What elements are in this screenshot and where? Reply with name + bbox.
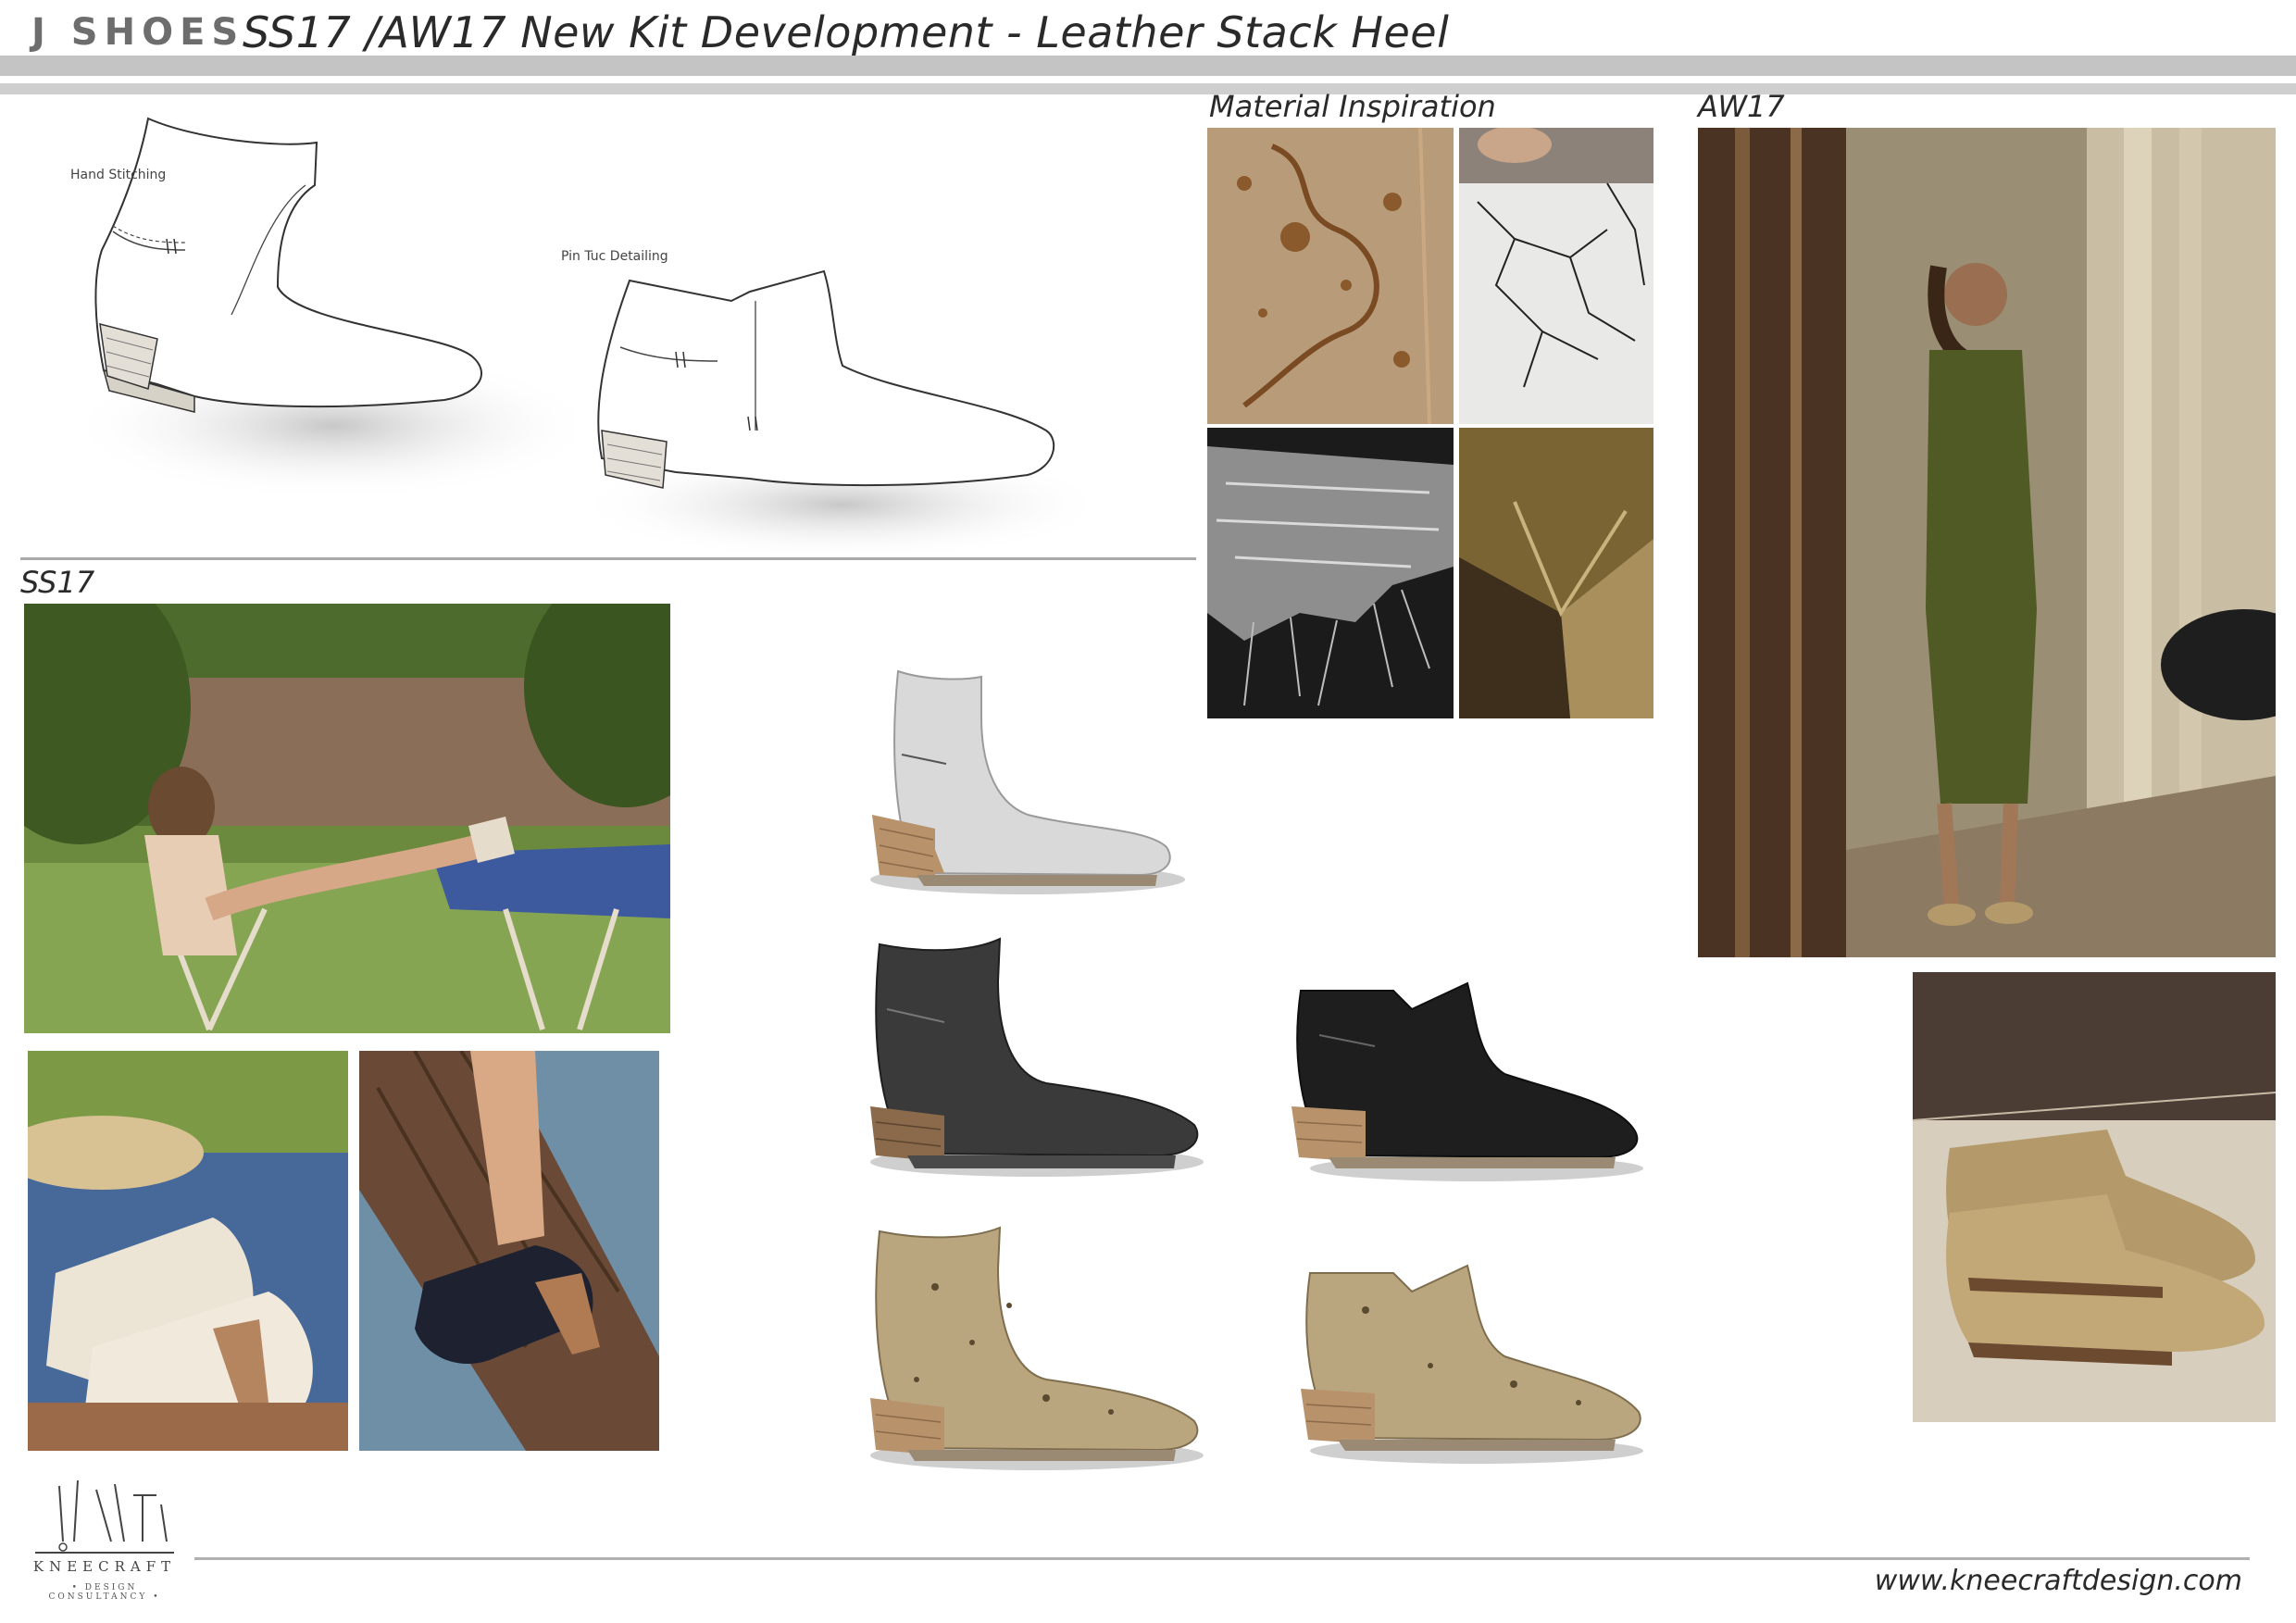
header-rule-thin: [0, 83, 2296, 94]
boot-render-silver-high: [842, 653, 1194, 912]
boot-render-black-low: [1282, 972, 1653, 1194]
section-label-material: Material Inspiration: [1209, 89, 1496, 124]
material-gold-drips: [1207, 128, 1454, 424]
section-label-ss17: SS17: [20, 565, 95, 600]
kneecraft-logo-name: KNEECRAFT: [32, 1558, 177, 1575]
section-divider: [20, 557, 1196, 560]
ss17-black-boot-tree-photo: [359, 1051, 659, 1451]
boot-render-black-high: [842, 926, 1213, 1185]
kneecraft-logo-mark: [22, 1467, 187, 1560]
website-link[interactable]: www.kneecraftdesign.com: [1875, 1565, 2242, 1597]
aw17-model-photo: [1698, 128, 2276, 957]
boot-render-gold-high: [842, 1213, 1213, 1481]
sketch-boot-high: [56, 102, 602, 500]
note-hand-stitching: Hand Stitching: [70, 168, 167, 182]
note-pin-tuc: Pin Tuc Detailing: [561, 249, 668, 264]
aw17-gold-boots-photo: [1913, 972, 2276, 1422]
material-cracked-white: [1459, 128, 1653, 424]
header-rule-thick: [0, 56, 2296, 76]
footer-rule: [194, 1557, 2250, 1560]
material-frayed-silver: [1207, 428, 1454, 718]
page-title: SS17 /AW17 New Kit Development - Leather…: [243, 7, 1450, 57]
brand-name: J SHOES: [31, 11, 245, 54]
section-label-aw17: AW17: [1698, 89, 1785, 124]
ss17-boots-on-blanket-photo: [28, 1051, 348, 1451]
material-gold-fold: [1459, 428, 1653, 718]
sketch-boot-low: [565, 245, 1111, 560]
ss17-garden-photo: [24, 604, 670, 1033]
boot-render-gold-low: [1282, 1255, 1653, 1477]
kneecraft-logo-tagline: • DESIGN CONSULTANCY •: [48, 1583, 161, 1602]
